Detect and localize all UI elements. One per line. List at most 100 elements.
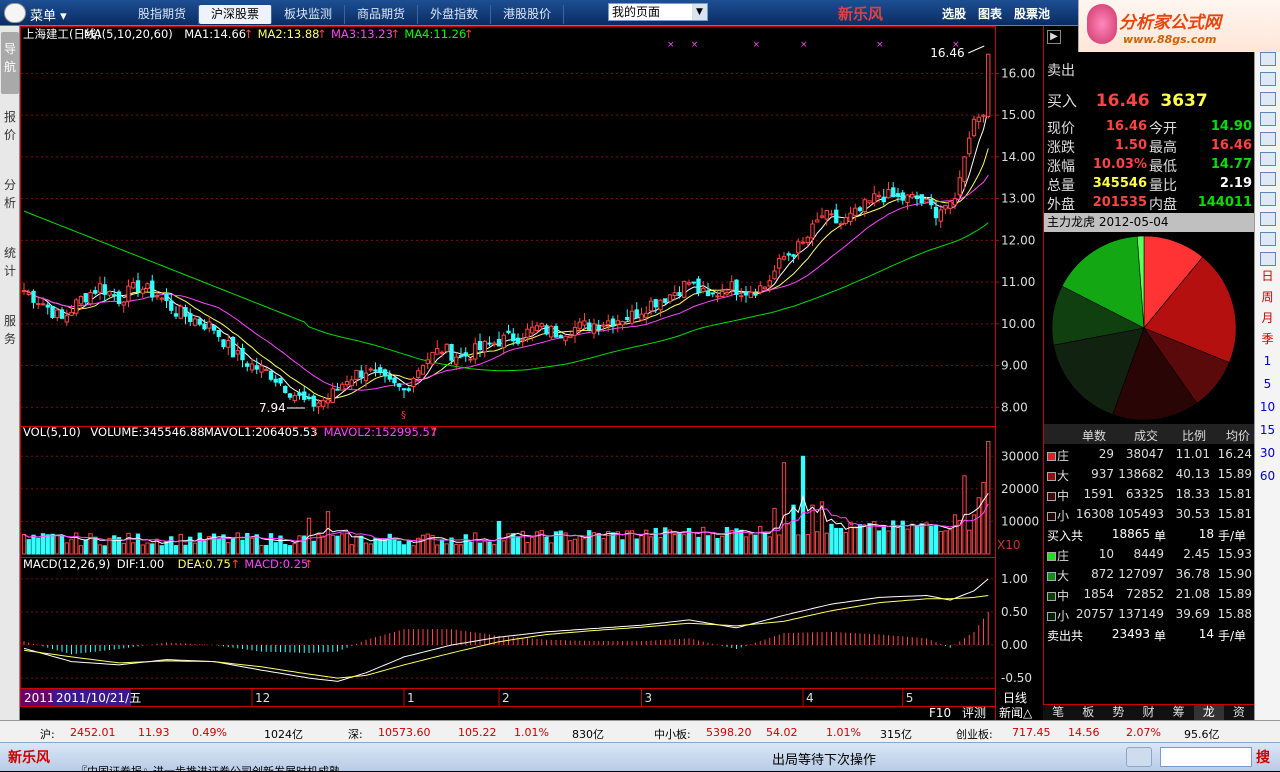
volume-bar <box>905 528 910 555</box>
tool-icon[interactable] <box>1259 172 1276 186</box>
up-arrow-icon: ↑ <box>390 27 400 41</box>
volume-bar <box>302 535 307 555</box>
tab-0[interactable]: 股指期货 <box>126 5 200 24</box>
left-nav-item[interactable]: 报 价 <box>1 100 19 162</box>
flow-amt: 137149 <box>1118 607 1164 621</box>
period-button[interactable]: 周 <box>1255 287 1280 308</box>
tab-5[interactable]: 港股股价 <box>491 5 565 24</box>
index-sh-label[interactable]: 沪: <box>40 726 55 742</box>
right-menu-item[interactable]: 选股 <box>942 7 966 21</box>
right-menu-item[interactable]: 股票池 <box>1014 7 1050 21</box>
tool-icon[interactable] <box>1259 92 1276 106</box>
volume-bar <box>21 534 27 555</box>
cursor-date: 2011/10/21/五 <box>56 691 141 705</box>
flow-name-text: 大 <box>1057 569 1070 583</box>
flow-row: 中 1854 72852 21.08 15.89 <box>1044 584 1255 604</box>
index-cyb-label[interactable]: 创业板: <box>956 726 993 742</box>
volume-bar <box>501 540 506 555</box>
flow-name: 中 <box>1047 587 1069 604</box>
volume-bar <box>183 544 188 555</box>
stock-chart[interactable]: 16.0015.0014.0013.0012.0011.0010.009.008… <box>20 26 1043 720</box>
tool-icon[interactable] <box>1259 192 1276 206</box>
left-nav-item[interactable]: 分 析 <box>1 168 19 230</box>
right-tab[interactable]: 板 <box>1073 705 1103 720</box>
quote-label: 最低 <box>1149 159 1177 175</box>
right-tab[interactable]: 势 <box>1103 705 1133 720</box>
price-tick: 12.00 <box>1001 233 1035 247</box>
tool-icon[interactable] <box>1259 152 1276 166</box>
index-zxb-label[interactable]: 中小板: <box>654 726 691 742</box>
period-button[interactable]: 日 <box>1255 266 1280 287</box>
expand-icon[interactable]: ▶ <box>1047 30 1061 44</box>
left-nav-item[interactable]: 导 航 <box>1 32 19 94</box>
quote-label: 量比 <box>1149 178 1177 194</box>
tab-4[interactable]: 外盘指数 <box>418 5 492 24</box>
bottom-link[interactable]: 新闻△ <box>999 705 1033 720</box>
flow-count: 29 <box>1098 447 1114 461</box>
flow-amt: 8449 <box>1133 547 1164 561</box>
legend-item: MA2:13.88 <box>258 27 320 41</box>
minute-button[interactable]: 60 <box>1255 465 1280 488</box>
volume-bar <box>121 542 126 555</box>
candle <box>938 209 943 222</box>
tool-icon[interactable] <box>1259 232 1276 246</box>
bottom-link[interactable]: 评测 <box>962 706 986 720</box>
month-label: 4 <box>806 691 814 705</box>
volume-bar <box>264 544 269 555</box>
right-tab[interactable]: 龙 <box>1193 705 1224 720</box>
volume-bar <box>582 538 587 555</box>
volume-bar <box>601 538 606 555</box>
month-label: 1 <box>407 691 415 705</box>
app-logo-icon[interactable] <box>4 3 26 23</box>
search-input[interactable] <box>1160 747 1252 767</box>
minute-button[interactable]: 30 <box>1255 442 1280 465</box>
tool-icon[interactable] <box>1259 112 1276 126</box>
right-tab[interactable]: 筹 <box>1164 705 1194 720</box>
tool-icon[interactable] <box>1259 72 1276 86</box>
volume-bar <box>886 530 891 555</box>
period-label[interactable]: 日线 <box>1003 691 1027 705</box>
minute-button[interactable]: 10 <box>1255 396 1280 419</box>
tab-2[interactable]: 板块监测 <box>272 5 346 24</box>
minute-button[interactable]: 15 <box>1255 419 1280 442</box>
candle <box>202 323 207 330</box>
right-tab[interactable]: 财 <box>1133 705 1163 720</box>
left-nav-item[interactable]: 统 计 <box>1 236 19 298</box>
volume-bar <box>629 530 635 555</box>
candle <box>93 290 98 294</box>
left-nav-item[interactable]: 服 务 <box>1 304 19 366</box>
candle <box>553 325 559 338</box>
volume-bar <box>164 540 169 555</box>
tool-icon[interactable] <box>1259 132 1276 146</box>
tab-1[interactable]: 沪深股票 <box>199 5 273 24</box>
bottom-link[interactable]: F10 <box>929 706 951 720</box>
flow-total-per_unit: 手/单 <box>1218 529 1247 543</box>
minute-button[interactable]: 5 <box>1255 373 1280 396</box>
tool-icon[interactable] <box>1259 252 1276 266</box>
index-sz-label[interactable]: 深: <box>348 726 363 742</box>
right-menu-item[interactable]: 图表 <box>978 7 1002 21</box>
volume-bar <box>796 534 801 555</box>
tool-icon[interactable] <box>1259 212 1276 226</box>
candle <box>786 253 791 256</box>
right-tab[interactable]: 笔 <box>1043 705 1073 720</box>
ad-banner[interactable]: 分析家公式网 www.88gs.com <box>1078 0 1280 52</box>
candle <box>31 290 36 303</box>
quote-value: 14.90 <box>1210 119 1252 134</box>
bell-icon[interactable] <box>1126 747 1152 767</box>
page-select[interactable]: 我的页面 ▼ <box>608 3 708 21</box>
period-button[interactable]: 月 <box>1255 308 1280 329</box>
minute-button[interactable]: 1 <box>1255 350 1280 373</box>
main-menu-button[interactable]: 菜单 ▾ <box>30 5 67 24</box>
period-button[interactable]: 季 <box>1255 329 1280 350</box>
flow-amt: 72852 <box>1125 587 1164 601</box>
tool-icon[interactable] <box>1259 52 1276 66</box>
right-tab[interactable]: 资 <box>1224 705 1254 720</box>
candle <box>183 307 188 317</box>
search-button[interactable]: 搜 <box>1256 747 1278 767</box>
flow-pct: 30.53 <box>1175 507 1210 521</box>
index-cyb-chg: 14.56 <box>1068 726 1100 739</box>
candle <box>188 313 193 322</box>
flow-row: 庄 29 38047 11.01 16.24 <box>1044 444 1255 464</box>
tab-3[interactable]: 商品期货 <box>345 5 419 24</box>
